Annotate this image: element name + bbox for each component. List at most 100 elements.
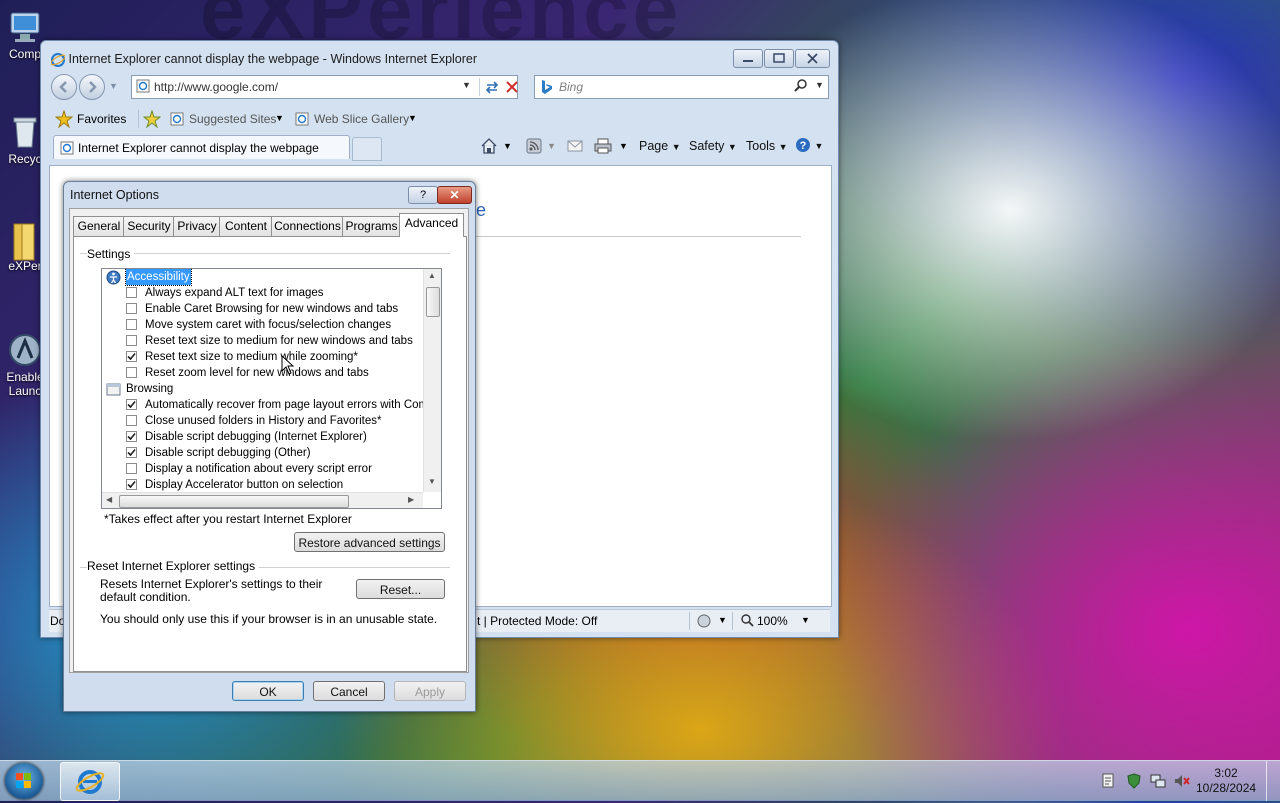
print-dropdown-icon[interactable]: ▼ xyxy=(619,141,628,151)
zoom-dropdown-icon[interactable]: ▼ xyxy=(801,615,810,625)
vertical-scroll-thumb[interactable] xyxy=(426,287,440,317)
help-menu[interactable]: ? ▼ xyxy=(795,137,823,156)
address-text[interactable]: http://www.google.com/ xyxy=(154,80,278,94)
taskbar-internet-explorer[interactable] xyxy=(60,762,120,801)
tab-current[interactable]: Internet Explorer cannot display the web… xyxy=(53,135,350,159)
search-icon[interactable] xyxy=(793,78,809,97)
scroll-up-icon[interactable]: ▲ xyxy=(428,271,436,280)
setting-option[interactable]: Always expand ALT text for images xyxy=(102,285,423,301)
setting-option[interactable]: Reset text size to medium for new window… xyxy=(102,333,423,349)
chevron-down-icon: ▼ xyxy=(408,113,417,123)
action-center-icon[interactable] xyxy=(1101,773,1115,792)
category-browsing[interactable]: Browsing xyxy=(102,381,423,397)
page-menu[interactable]: Page ▼ xyxy=(639,139,681,153)
checkbox-unchecked[interactable] xyxy=(126,463,137,474)
new-tab-button[interactable] xyxy=(352,137,382,161)
setting-option[interactable]: Close unused folders in History and Favo… xyxy=(102,413,423,429)
stop-icon[interactable] xyxy=(504,79,520,98)
ok-button[interactable]: OK xyxy=(232,681,304,701)
horizontal-scrollbar[interactable]: ◀ ▶ xyxy=(102,492,423,508)
address-dropdown-icon[interactable]: ▼ xyxy=(462,80,471,90)
zoom-icon[interactable] xyxy=(740,613,754,630)
checkbox-checked[interactable] xyxy=(126,351,137,362)
zoom-level[interactable]: 100% xyxy=(757,614,788,628)
refresh-icon[interactable] xyxy=(484,79,500,98)
checkbox-unchecked[interactable] xyxy=(126,303,137,314)
setting-label: Enable Caret Browsing for new windows an… xyxy=(145,303,399,315)
checkbox-unchecked[interactable] xyxy=(126,415,137,426)
horizontal-scroll-thumb[interactable] xyxy=(119,495,349,508)
tools-menu[interactable]: Tools ▼ xyxy=(746,139,788,153)
scroll-left-icon[interactable]: ◀ xyxy=(106,495,112,504)
setting-option[interactable]: Reset text size to medium while zooming* xyxy=(102,349,423,365)
tab-connections[interactable]: Connections xyxy=(271,216,344,236)
cancel-button[interactable]: Cancel xyxy=(313,681,385,701)
setting-option[interactable]: Disable script debugging (Other) xyxy=(102,445,423,461)
tab-content[interactable]: Content xyxy=(219,216,273,236)
volume-muted-icon[interactable] xyxy=(1174,773,1190,792)
setting-option[interactable]: Enable Caret Browsing for new windows an… xyxy=(102,301,423,317)
tab-advanced[interactable]: Advanced xyxy=(399,213,464,237)
read-mail-icon[interactable] xyxy=(567,139,583,156)
setting-label: Always expand ALT text for images xyxy=(145,287,324,299)
checkbox-checked[interactable] xyxy=(126,399,137,410)
security-dropdown-icon[interactable]: ▼ xyxy=(718,615,727,625)
safety-menu[interactable]: Safety ▼ xyxy=(689,139,737,153)
setting-option[interactable]: Automatically recover from page layout e… xyxy=(102,397,441,413)
vertical-scrollbar[interactable]: ▲ ▼ xyxy=(423,269,441,492)
tab-security[interactable]: Security xyxy=(123,216,175,236)
settings-tree[interactable]: Accessibility Always expand ALT text for … xyxy=(101,268,442,509)
scroll-down-icon[interactable]: ▼ xyxy=(428,477,436,486)
setting-option[interactable]: Disable script debugging (Internet Explo… xyxy=(102,429,423,445)
checkbox-checked[interactable] xyxy=(126,431,137,442)
start-button[interactable] xyxy=(5,763,43,799)
setting-option[interactable]: Display a notification about every scrip… xyxy=(102,461,423,477)
dialog-help-button[interactable]: ? xyxy=(408,186,438,204)
search-options-dropdown[interactable]: ▼ xyxy=(815,80,824,90)
tab-general[interactable]: General xyxy=(73,216,125,236)
system-clock[interactable]: 3:02 10/28/2024 xyxy=(1196,766,1256,796)
close-window-button[interactable] xyxy=(795,49,830,68)
scroll-right-icon[interactable]: ▶ xyxy=(408,495,414,504)
feeds-dropdown-icon[interactable]: ▼ xyxy=(547,141,556,151)
checkbox-checked[interactable] xyxy=(126,447,137,458)
print-icon[interactable] xyxy=(594,138,612,157)
dialog-close-button[interactable]: ✕ xyxy=(437,186,472,204)
feeds-icon[interactable] xyxy=(526,138,542,157)
maximize-button[interactable] xyxy=(764,49,794,68)
checkbox-unchecked[interactable] xyxy=(126,287,137,298)
forward-button[interactable] xyxy=(79,74,105,100)
computer-icon xyxy=(8,10,42,44)
address-bar[interactable]: http://www.google.com/ ▼ xyxy=(131,75,518,99)
checkbox-unchecked[interactable] xyxy=(126,319,137,330)
reset-button[interactable]: Reset... xyxy=(356,579,445,599)
security-status-icon[interactable] xyxy=(696,613,712,632)
security-shield-icon[interactable] xyxy=(1126,773,1142,792)
setting-option[interactable]: Reset zoom level for new windows and tab… xyxy=(102,365,423,381)
tab-bar: Internet Explorer cannot display the web… xyxy=(49,135,829,161)
setting-label: Close unused folders in History and Favo… xyxy=(145,415,382,427)
dialog-title: Internet Options xyxy=(70,188,159,202)
tab-title: Internet Explorer cannot display the web… xyxy=(78,141,319,155)
search-box[interactable]: Bing ▼ xyxy=(534,75,829,99)
setting-option[interactable]: Display Accelerator button on selection xyxy=(102,477,423,493)
setting-option[interactable]: Move system caret with focus/selection c… xyxy=(102,317,423,333)
apply-button[interactable]: Apply xyxy=(394,681,466,701)
back-button[interactable] xyxy=(51,74,77,100)
checkbox-unchecked[interactable] xyxy=(126,335,137,346)
restore-advanced-settings-button[interactable]: Restore advanced settings xyxy=(294,532,445,552)
tab-programs[interactable]: Programs xyxy=(342,216,401,236)
home-icon[interactable] xyxy=(480,137,498,158)
show-desktop-button[interactable] xyxy=(1266,761,1280,801)
network-icon[interactable] xyxy=(1150,773,1166,792)
checkbox-unchecked[interactable] xyxy=(126,367,137,378)
setting-label: Disable script debugging (Other) xyxy=(145,447,311,459)
category-accessibility[interactable]: Accessibility xyxy=(102,269,423,286)
tab-privacy[interactable]: Privacy xyxy=(173,216,221,236)
recent-pages-dropdown[interactable]: ▼ xyxy=(109,81,118,91)
home-dropdown-icon[interactable]: ▼ xyxy=(503,141,512,151)
restart-note: *Takes effect after you restart Internet… xyxy=(104,512,352,526)
add-to-favorites-bar-icon[interactable] xyxy=(142,109,162,131)
minimize-button[interactable] xyxy=(733,49,763,68)
checkbox-checked[interactable] xyxy=(126,479,137,490)
